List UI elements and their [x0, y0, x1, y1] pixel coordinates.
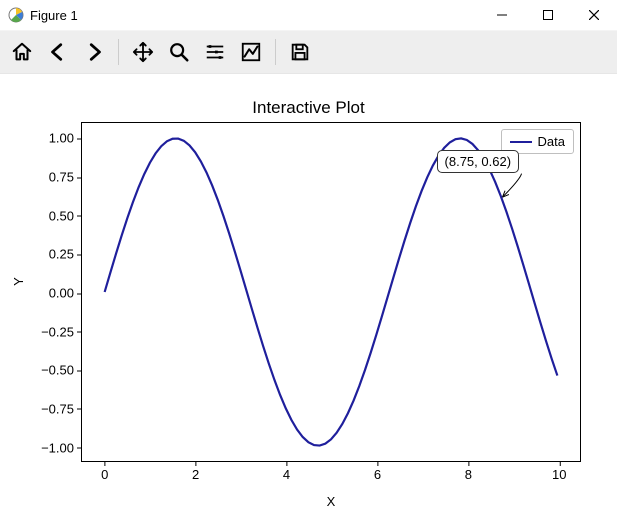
x-tick-label: 0 — [101, 461, 108, 482]
x-tick-label: 2 — [192, 461, 199, 482]
mpl-toolbar — [0, 30, 617, 74]
y-tick-label: −0.75 — [41, 401, 82, 416]
y-tick-label: 0.50 — [49, 208, 82, 223]
forward-icon[interactable] — [78, 36, 110, 68]
y-tick-label: −1.00 — [41, 440, 82, 455]
y-tick-label: −0.50 — [41, 363, 82, 378]
matplotlib-app-icon — [8, 7, 24, 23]
y-tick-label: 0.00 — [49, 286, 82, 301]
toolbar-separator — [118, 39, 119, 65]
x-tick-label: 10 — [552, 461, 566, 482]
titlebar: Figure 1 — [0, 0, 617, 30]
zoom-icon[interactable] — [163, 36, 195, 68]
toolbar-separator — [275, 39, 276, 65]
y-tick-label: 0.25 — [49, 247, 82, 262]
legend-label: Data — [538, 134, 565, 149]
annotation-box: (8.75, 0.62) — [437, 150, 520, 173]
save-icon[interactable] — [284, 36, 316, 68]
home-icon[interactable] — [6, 36, 38, 68]
x-tick-label: 4 — [283, 461, 290, 482]
x-axis-label: X — [81, 494, 581, 509]
axes-area[interactable]: Data (8.75, 0.62) −1.00−0.75−0.50−0.250.… — [81, 122, 581, 462]
figure-window: Figure 1 — [0, 0, 617, 520]
subplots-icon[interactable] — [199, 36, 231, 68]
y-axis-label: Y — [11, 277, 26, 286]
window-title: Figure 1 — [30, 8, 78, 23]
y-tick-label: 1.00 — [49, 131, 82, 146]
y-tick-label: −0.25 — [41, 324, 82, 339]
close-button[interactable] — [571, 0, 617, 30]
legend-swatch — [510, 141, 532, 143]
plot-title: Interactive Plot — [0, 98, 617, 118]
annotation-text: (8.75, 0.62) — [445, 154, 512, 169]
maximize-button[interactable] — [525, 0, 571, 30]
pan-icon[interactable] — [127, 36, 159, 68]
figure-canvas[interactable]: Interactive Plot Y Data (8.75, 0.62) −1.… — [0, 74, 617, 520]
minimize-button[interactable] — [479, 0, 525, 30]
data-line — [82, 123, 580, 461]
x-tick-label: 6 — [374, 461, 381, 482]
x-tick-label: 8 — [465, 461, 472, 482]
axes-edit-icon[interactable] — [235, 36, 267, 68]
y-tick-label: 0.75 — [49, 170, 82, 185]
back-icon[interactable] — [42, 36, 74, 68]
